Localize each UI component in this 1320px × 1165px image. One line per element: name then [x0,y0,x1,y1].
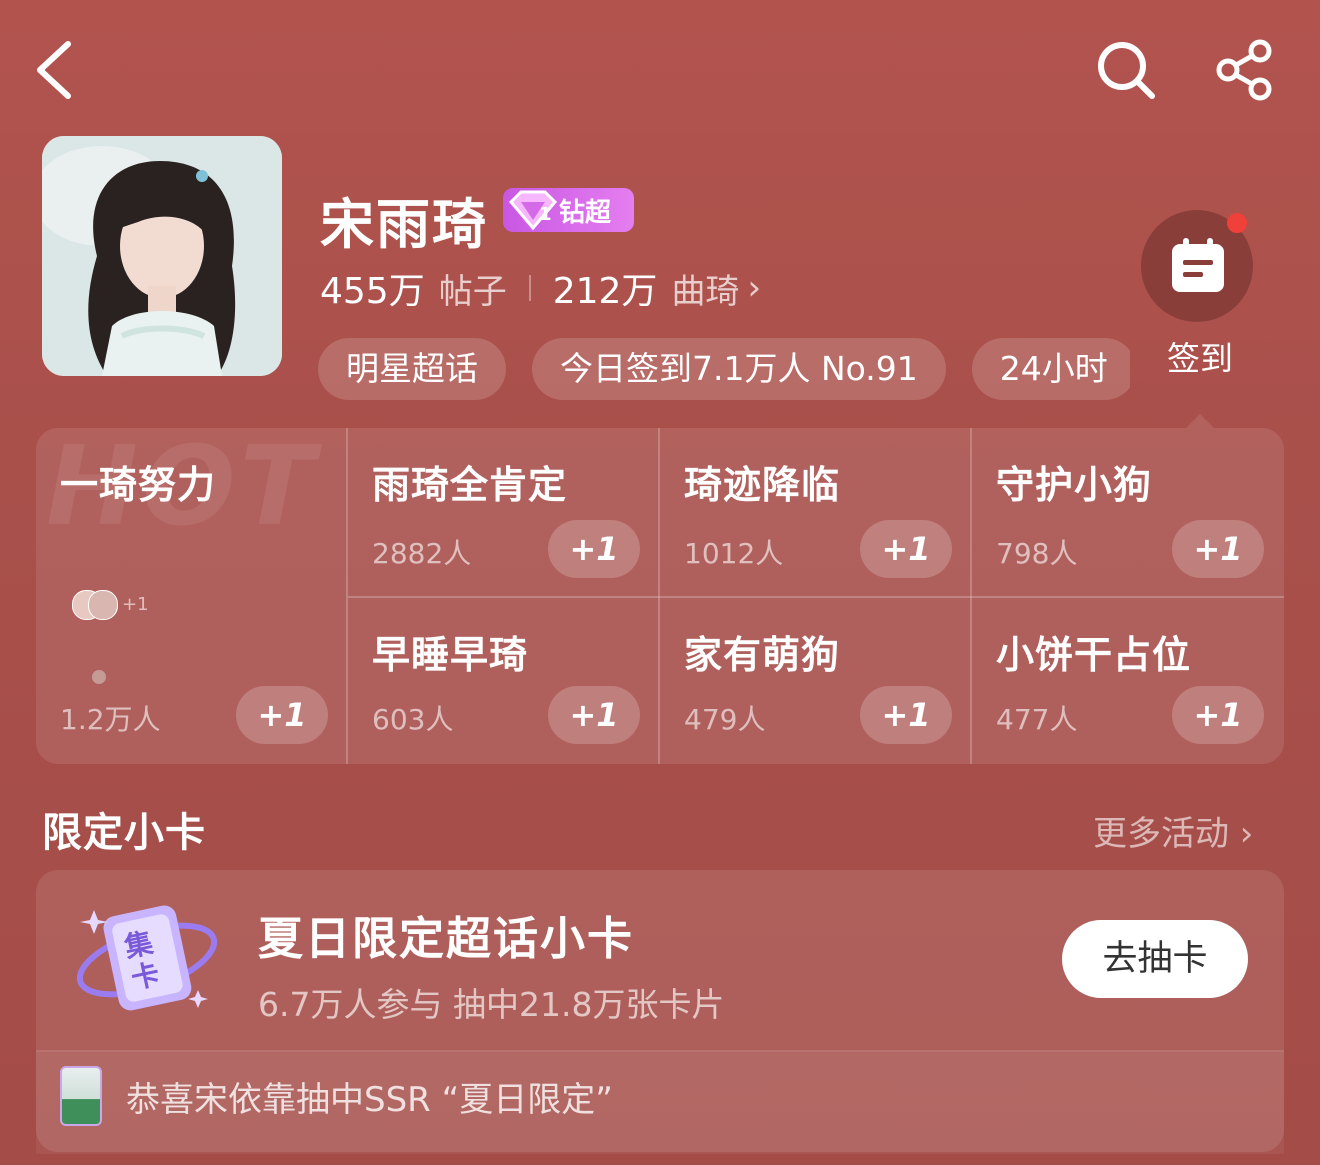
plus-one-button[interactable]: +1 [1172,520,1264,578]
avatar-portrait [42,136,282,376]
topic-title: 宋雨琦 [320,193,488,256]
plus-one-button[interactable]: +1 [548,686,640,744]
section-title: 限定小卡 [42,810,206,856]
avatar [92,670,106,684]
topic-tags: 明星超话 今日签到7.1万人 No.91 24小时 [318,338,1130,400]
featured-activity-cell[interactable]: HOT 一琦努力 +1 1.2万人 +1 [36,428,346,764]
avatar [88,590,118,620]
posts-count: 455万 [320,271,425,312]
activity-count: 1.2万人 [60,703,161,736]
topic-stats: 455万 帖子 212万 曲琦 › [320,262,761,314]
badge-label: 钻超 [559,197,612,228]
notification-dot [1227,213,1247,233]
activity-cell[interactable]: 早睡早琦 603人 +1 [348,598,658,764]
activity-count: 1012人 [684,537,784,570]
plus-one-button[interactable]: +1 [1172,686,1264,744]
participant-avatars: +1 [72,588,149,622]
badge-level: 1 [539,204,552,225]
plus-one-button[interactable]: +1 [860,686,952,744]
search-button[interactable] [1094,38,1158,102]
topic-avatar[interactable] [42,136,282,376]
grid-pointer [1186,414,1214,428]
tag-24h[interactable]: 24小时 [971,338,1130,400]
winner-card-thumbnail [60,1066,102,1126]
plus-one-button[interactable]: +1 [860,520,952,578]
activity-cell[interactable]: 雨琦全肯定 2882人 +1 [348,428,658,596]
card-subtitle: 6.7万人参与 抽中21.8万张卡片 [258,985,725,1024]
activity-count: 477人 [996,703,1078,736]
activity-cell[interactable]: 小饼干占位 477人 +1 [972,598,1284,764]
activity-count: 798人 [996,537,1078,570]
activity-name: 家有萌狗 [684,633,841,677]
chevron-left-icon [37,41,71,99]
activity-name: 守护小狗 [996,463,1153,507]
activity-name: 早睡早琦 [372,633,529,677]
activity-grid: HOT 一琦努力 +1 1.2万人 +1 雨琦全肯定 2882人 +1 琦迹降临… [36,428,1284,764]
activity-name: 小饼干占位 [996,633,1192,677]
activity-name: 一琦努力 [60,463,217,507]
calendar-icon [1172,238,1224,292]
chevron-right-icon: › [747,268,762,308]
stats-divider [528,275,531,301]
activity-count: 479人 [684,703,766,736]
back-button[interactable] [30,38,80,102]
draw-card-button[interactable]: 去抽卡 [1062,920,1248,998]
activity-cell[interactable]: 琦迹降临 1012人 +1 [660,428,970,596]
tag-star-topic[interactable]: 明星超话 [318,338,506,400]
share-button[interactable] [1212,38,1278,102]
diamond-badge[interactable]: 1 钻超 [503,188,634,232]
activity-name: 雨琦全肯定 [372,463,568,507]
activity-count: 2882人 [372,537,472,570]
activity-name: 琦迹降临 [684,463,841,507]
more-activities-link[interactable]: 更多活动 › [1093,806,1253,855]
plus-one-button[interactable]: +1 [236,686,328,744]
tag-checkin-count[interactable]: 今日签到7.1万人 No.91 [532,338,946,400]
card-title: 夏日限定超话小卡 [258,912,635,965]
fans-label: 曲琦 [671,271,740,312]
search-icon [1098,42,1155,99]
winner-ticker-text: 恭喜宋依靠抽中SSR “夏日限定” [126,1080,613,1120]
fans-link[interactable]: 212万 曲琦 › [553,262,761,314]
plus-one-button[interactable]: +1 [548,520,640,578]
activity-cell[interactable]: 守护小狗 798人 +1 [972,428,1284,596]
activity-count: 603人 [372,703,454,736]
activity-cell[interactable]: 家有萌狗 479人 +1 [660,598,970,764]
card-collect-icon: 集卡 [72,892,222,1022]
checkin-label[interactable]: 签到 [1141,332,1259,380]
posts-label: 帖子 [438,271,507,312]
share-icon [1216,39,1272,101]
fans-count: 212万 [552,271,658,312]
avatar-plus-text: +1 [122,594,149,615]
